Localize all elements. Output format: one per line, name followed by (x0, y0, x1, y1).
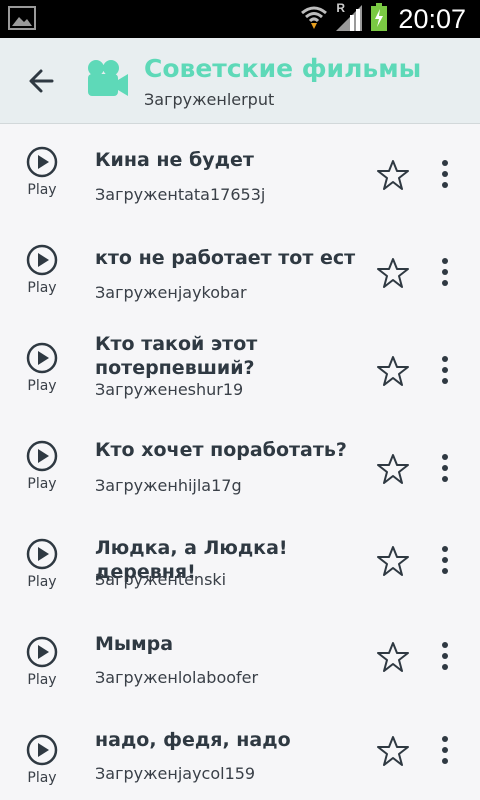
play-icon (26, 244, 58, 276)
page-subtitle: Загруженlerput (144, 90, 275, 109)
track-title: Кто хочет поработать? (95, 439, 347, 461)
wifi-icon (300, 3, 328, 36)
play-label: Play (27, 672, 57, 688)
track-uploader: Загруженhijla17g (95, 476, 242, 495)
more-vert-icon[interactable] (432, 638, 458, 674)
star-icon[interactable] (376, 640, 410, 674)
star-icon[interactable] (376, 158, 410, 192)
status-bar: R 20:07 (0, 0, 480, 38)
track-uploader: Загруженeshur19 (95, 380, 244, 399)
list-item[interactable]: Play Кто такой этот потерпевший? Загруже… (0, 320, 480, 418)
track-uploader: Загруженtata17653j (95, 185, 266, 204)
more-vert-icon[interactable] (432, 156, 458, 192)
play-label: Play (27, 574, 57, 590)
play-label: Play (27, 770, 57, 786)
star-icon[interactable] (376, 256, 410, 290)
clock: 20:07 (398, 3, 466, 34)
track-title: надо, федя, надо (95, 729, 291, 751)
star-icon[interactable] (376, 354, 410, 388)
play-button[interactable]: Play (20, 342, 64, 394)
play-icon (26, 538, 58, 570)
play-label: Play (27, 280, 57, 296)
track-title: кто не работает тот ест (95, 247, 356, 269)
app-bar: Советские фильмы Загруженlerput (0, 38, 480, 124)
play-icon (26, 440, 58, 472)
play-label: Play (27, 476, 57, 492)
play-button[interactable]: Play (20, 636, 64, 688)
signal-icon: R (334, 0, 364, 36)
play-button[interactable]: Play (20, 538, 64, 590)
play-button[interactable]: Play (20, 734, 64, 786)
network-letter: R (336, 0, 346, 15)
play-button[interactable]: Play (20, 440, 64, 492)
track-list: Play Кина не будет Загруженtata17653j Pl… (0, 124, 480, 800)
more-vert-icon[interactable] (432, 352, 458, 388)
play-icon (26, 342, 58, 374)
play-icon (26, 734, 58, 766)
battery-charging-icon (370, 2, 388, 36)
play-label: Play (27, 378, 57, 394)
status-icons: R 20:07 (300, 0, 466, 38)
track-title: Кина не будет (95, 149, 254, 171)
more-vert-icon[interactable] (432, 450, 458, 486)
track-uploader: Загруженtenski (95, 570, 227, 589)
track-title: Мымра (95, 633, 174, 655)
more-vert-icon[interactable] (432, 542, 458, 578)
page-title: Советские фильмы (144, 54, 422, 83)
list-item[interactable]: Play Кто хочет поработать? Загруженhijla… (0, 418, 480, 516)
list-item[interactable]: Play Людка, а Людка! деревня! Загруженte… (0, 516, 480, 614)
more-vert-icon[interactable] (432, 254, 458, 290)
list-item[interactable]: Play надо, федя, надо Загруженjaycol159 (0, 712, 480, 800)
track-title: Кто такой этот потерпевший? (95, 333, 258, 379)
list-item[interactable]: Play Кина не будет Загруженtata17653j (0, 124, 480, 222)
star-icon[interactable] (376, 734, 410, 768)
play-icon (26, 146, 58, 178)
gallery-icon (8, 6, 36, 35)
track-uploader: Загруженlolaboofer (95, 668, 259, 687)
track-uploader: Загруженjaykobar (95, 283, 247, 302)
play-label: Play (27, 182, 57, 198)
video-camera-icon (86, 59, 130, 99)
more-vert-icon[interactable] (432, 732, 458, 768)
list-item[interactable]: Play кто не работает тот ест Загруженjay… (0, 222, 480, 320)
track-uploader: Загруженjaycol159 (95, 764, 256, 783)
list-item[interactable]: Play Мымра Загруженlolaboofer (0, 614, 480, 712)
star-icon[interactable] (376, 452, 410, 486)
star-icon[interactable] (376, 544, 410, 578)
play-icon (26, 636, 58, 668)
play-button[interactable]: Play (20, 244, 64, 296)
arrow-left-icon[interactable] (26, 65, 58, 97)
play-button[interactable]: Play (20, 146, 64, 198)
